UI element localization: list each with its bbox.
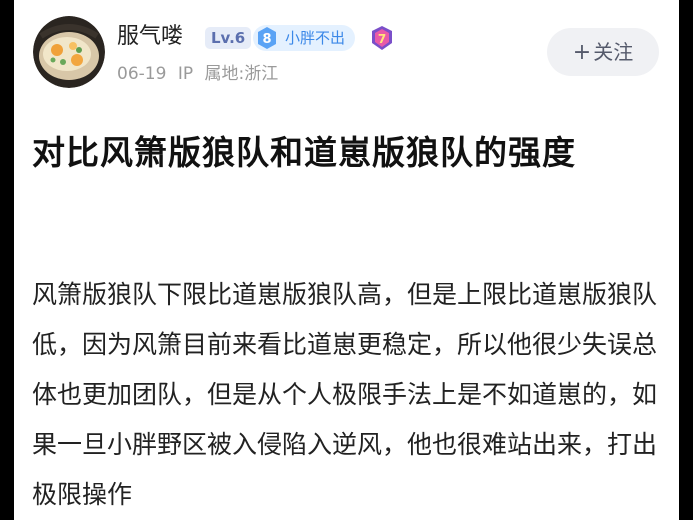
post-page: 服气喽 Lv.6 8 小胖不出 7 06-19 IP 属地:浙江 + 关注 对比风…: [14, 0, 679, 520]
rank-badge-text: 7: [378, 32, 386, 46]
fan-level-icon: 8: [258, 27, 276, 49]
author-name[interactable]: 服气喽: [117, 22, 183, 52]
level-badge: Lv.6: [205, 27, 252, 49]
fan-badge[interactable]: 8 小胖不出: [253, 25, 356, 51]
screen-frame: 服气喽 Lv.6 8 小胖不出 7 06-19 IP 属地:浙江 + 关注 对比风…: [0, 0, 693, 520]
plus-icon: +: [572, 40, 592, 65]
post-date: 06-19: [117, 64, 167, 84]
fan-badge-label: 小胖不出: [285, 29, 346, 47]
post-meta: 06-19 IP 属地:浙江: [117, 62, 278, 86]
rank-badge-icon: 7: [372, 26, 392, 50]
post-title: 对比风箫版狼队和道崽版狼队的强度: [32, 133, 576, 172]
post-body: 风箫版狼队下限比道崽版狼队高，但是上限比道崽版狼队低，因为风箫目前来看比道崽更稳…: [32, 280, 658, 509]
fan-level-text: 8: [262, 32, 271, 47]
avatar[interactable]: [33, 16, 105, 88]
ip-location: IP 属地:浙江: [177, 64, 279, 84]
follow-button-label: 关注: [593, 40, 634, 64]
follow-button[interactable]: + 关注: [547, 28, 659, 76]
